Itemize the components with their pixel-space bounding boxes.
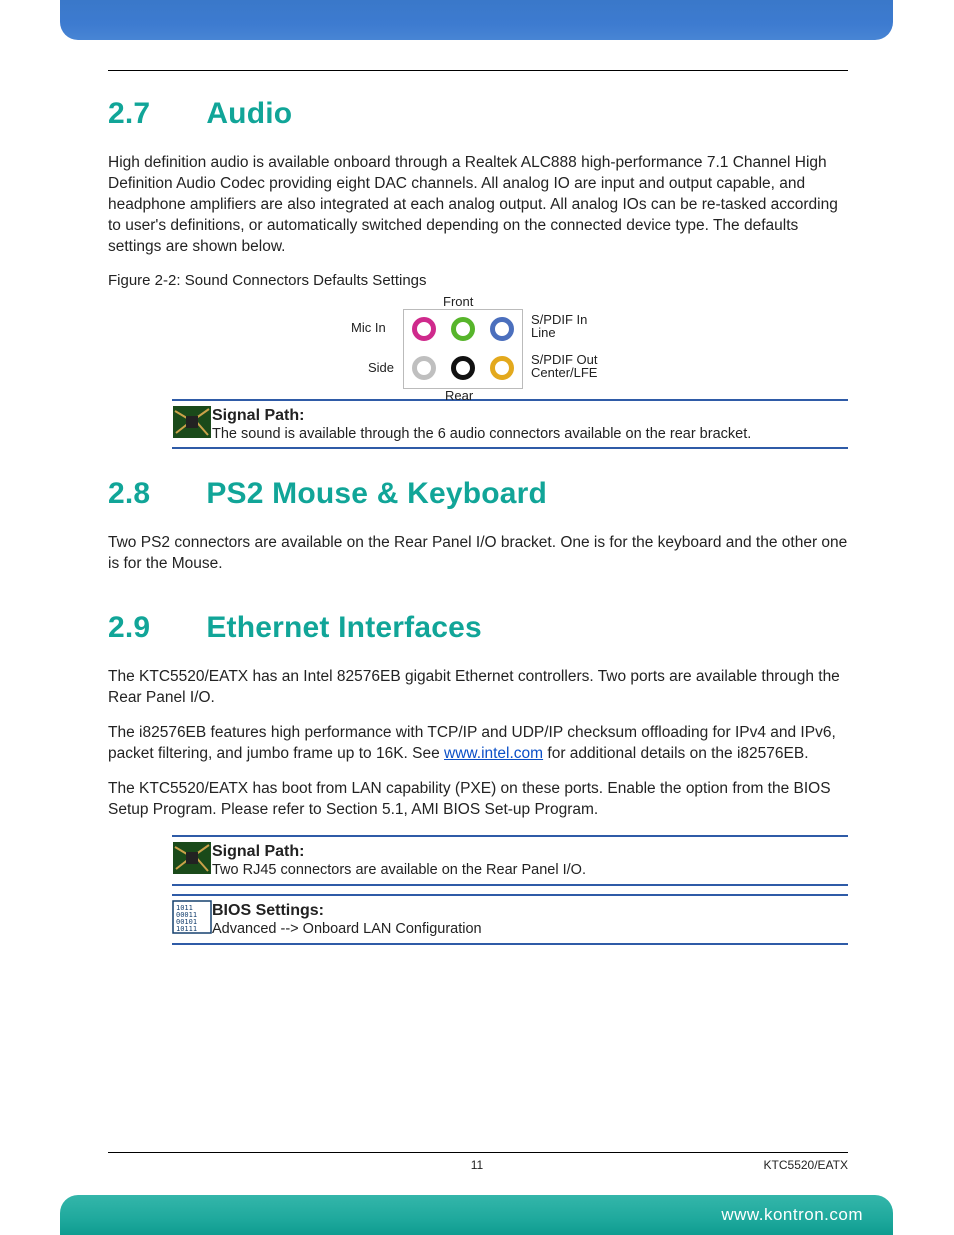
jack-mic-in [412,317,436,341]
footer-bar: www.kontron.com [60,1195,893,1235]
info-text: Signal Path: Two RJ45 connectors are ava… [212,841,586,880]
ps2-body: Two PS2 connectors are available on the … [108,533,848,575]
label-spdif-in-line: S/PDIF In Line [531,313,603,340]
section-number: 2.8 [108,477,150,510]
binary-icon: 1011 00011 00101 10111 [172,900,212,934]
header-bar [60,0,893,40]
section-title: PS2 Mouse & Keyboard [206,477,547,510]
jack-front [451,317,475,341]
info-title: Signal Path: [212,407,751,425]
signal-path-block-audio: Signal Path: The sound is available thro… [172,399,848,450]
jack-rear [451,356,475,380]
top-divider [108,70,848,71]
page: 2.7 Audio High definition audio is availa… [0,0,954,1235]
info-desc: The sound is available through the 6 aud… [212,425,751,444]
info-desc: Two RJ45 connectors are available on the… [212,861,586,880]
info-title: BIOS Settings: [212,902,482,920]
info-text: Signal Path: The sound is available thro… [212,405,751,444]
label-spdif-out-center-lfe: S/PDIF Out Center/LFE [531,353,617,380]
section-number: 2.7 [108,97,150,130]
eth-body-2: The i82576EB features high performance w… [108,723,848,765]
jack-spdif-in [490,317,514,341]
section-heading-audio: 2.7 Audio [108,97,848,131]
section-title: Ethernet Interfaces [206,611,482,644]
info-title: Signal Path: [212,843,586,861]
label-rear: Rear [445,389,473,403]
connector-panel: Mic In Front S/PDIF In Line Side Rear S/… [273,299,683,389]
label-front: Front [443,295,473,309]
chip-icon [172,841,212,875]
audio-body: High definition audio is available onboa… [108,153,848,258]
info-desc: Advanced --> Onboard LAN Configuration [212,920,482,939]
bios-settings-block: 1011 00011 00101 10111 BIOS Settings: Ad… [172,894,848,945]
label-side: Side [368,361,394,375]
signal-path-block-eth: Signal Path: Two RJ45 connectors are ava… [172,835,848,886]
svg-text:10111: 10111 [176,925,197,933]
sound-connectors-figure: Mic In Front S/PDIF In Line Side Rear S/… [108,299,848,389]
jack-side [412,356,436,380]
section-heading-ethernet: 2.9 Ethernet Interfaces [108,611,848,645]
eth-body-3: The KTC5520/EATX has boot from LAN capab… [108,779,848,821]
section-heading-ps2: 2.8 PS2 Mouse & Keyboard [108,477,848,511]
connector-grid [403,309,523,389]
label-mic-in: Mic In [351,321,386,335]
figure-caption: Figure 2-2: Sound Connectors Defaults Se… [108,272,848,289]
intel-link[interactable]: www.intel.com [444,745,543,762]
content-area: 2.7 Audio High definition audio is availa… [108,70,848,971]
info-text: BIOS Settings: Advanced --> Onboard LAN … [212,900,482,939]
section-number: 2.9 [108,611,150,644]
section-title: Audio [206,97,292,130]
chip-icon [172,405,212,439]
eth-body-2-post: for additional details on the i82576EB. [543,745,808,762]
eth-body-1: The KTC5520/EATX has an Intel 82576EB gi… [108,667,848,709]
footer-divider [108,1152,848,1153]
document-id: KTC5520/EATX [764,1158,848,1172]
jack-spdif-out [490,356,514,380]
footer-url[interactable]: www.kontron.com [721,1205,863,1225]
